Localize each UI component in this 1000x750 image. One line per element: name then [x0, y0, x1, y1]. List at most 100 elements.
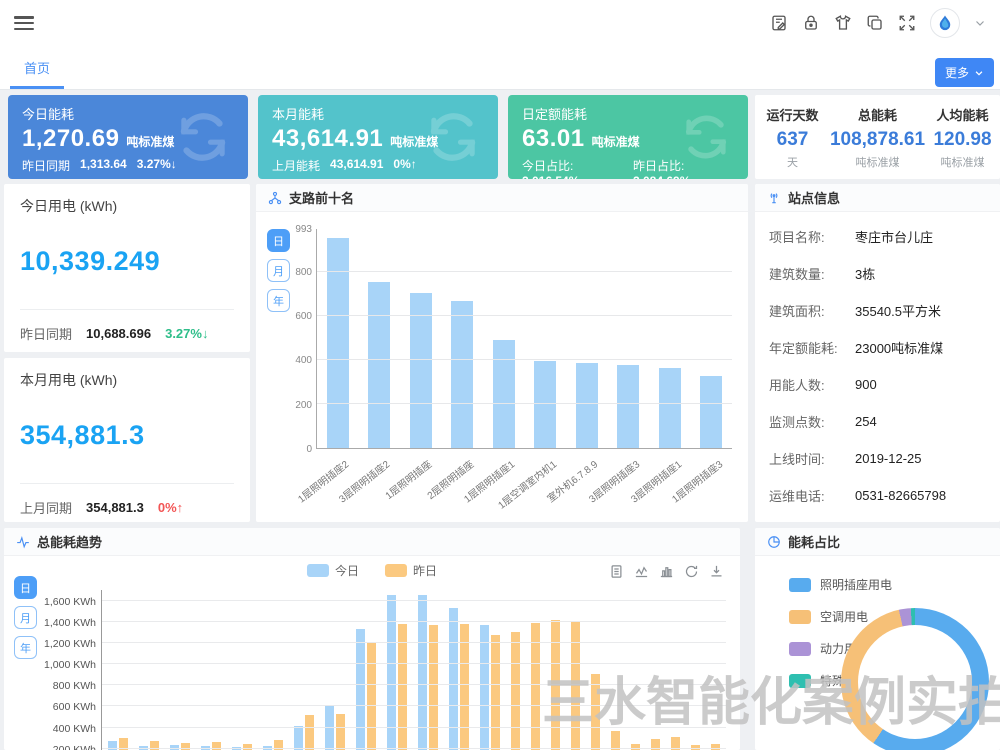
stat-label: 人均能耗 [925, 105, 1000, 124]
maintenance-icon[interactable] [770, 14, 788, 32]
recycle-icon [678, 109, 734, 165]
site-info-row: 建筑面积:35540.5平方米 [769, 292, 986, 329]
bar-chart-icon[interactable] [659, 564, 674, 579]
row-label: 上线时间: [769, 449, 855, 468]
gridline [102, 600, 726, 601]
stat-running-days: 运行天数 637 天 [755, 105, 830, 170]
gridline [102, 705, 726, 706]
bar-昨日 [336, 714, 345, 750]
kpi-sub1-value: 2,016.54% [522, 174, 579, 179]
pie-chart-icon [767, 535, 781, 549]
antenna-icon [767, 191, 781, 205]
card-title: 本月用电 (kWh) [20, 370, 234, 390]
legend-label: 今日 [335, 562, 359, 579]
menu-icon[interactable] [14, 16, 34, 30]
period-button-year[interactable]: 年 [267, 289, 290, 312]
legend-swatch [789, 642, 811, 656]
kpi-sub1-label: 今日占比: [522, 159, 573, 173]
fullscreen-icon[interactable] [898, 14, 916, 32]
lock-icon[interactable] [802, 14, 820, 32]
row-value: 23000吨标准煤 [855, 338, 943, 357]
stat-value: 120.98 [925, 129, 1000, 151]
chevron-down-icon[interactable] [974, 17, 986, 29]
y-axis-tick: 1,400 KWh [8, 617, 96, 629]
row-label: 运维电话: [769, 486, 855, 505]
site-info-row: 建筑数量:3栋 [769, 255, 986, 292]
row-value: 2019-12-25 [855, 451, 922, 466]
y-axis-tick: 600 [260, 311, 312, 322]
gridline [317, 271, 732, 272]
legend-label: 昨日 [413, 562, 437, 579]
y-axis-tick: 200 [260, 400, 312, 411]
stat-value: 637 [755, 129, 830, 151]
bar-昨日 [711, 744, 720, 750]
row-label: 建筑数量: [769, 264, 855, 283]
legend-label: 空调用电 [820, 608, 868, 625]
more-button[interactable]: 更多 [935, 58, 994, 87]
energy-share-panel: 能耗占比 照明插座用电空调用电动力用电特殊用电 [755, 528, 1000, 750]
row-value: 0531-82665798 [855, 488, 946, 503]
line-chart-icon[interactable] [634, 564, 649, 579]
bar [410, 293, 432, 448]
gridline [102, 727, 726, 728]
legend-item-today[interactable]: 今日 [307, 562, 359, 579]
kpi-card-daily-quota-energy: 日定额能耗 63.01吨标准煤 今日占比: 2,016.54% 昨日占比: 2,… [508, 95, 748, 179]
site-info-panel: 站点信息 项目名称:枣庄市台儿庄 建筑数量:3栋 建筑面积:35540.5平方米… [755, 184, 1000, 522]
stat-per-capita-energy: 人均能耗 120.98 吨标准煤 [925, 105, 1000, 170]
gridline [102, 663, 726, 664]
kpi-value: 63.01 [522, 125, 585, 153]
refresh-icon[interactable] [684, 564, 699, 579]
bar [659, 368, 681, 448]
bar-昨日 [491, 635, 500, 750]
bar-昨日 [243, 744, 252, 750]
summary-stats-panel: 运行天数 637 天 总能耗 108,878.61 吨标准煤 人均能耗 120.… [755, 95, 1000, 179]
tab-home[interactable]: 首页 [10, 46, 64, 89]
bar-今日 [294, 726, 303, 750]
y-axis-tick: 993 [260, 224, 312, 235]
compare-value: 10,688.696 [86, 326, 151, 341]
site-info-row: 运维电话:0531-82665798 [769, 477, 986, 514]
row-label: 用能人数: [769, 375, 855, 394]
bar [368, 282, 390, 449]
panel-title: 总能耗趋势 [37, 532, 102, 551]
legend-item[interactable]: 照明插座用电 [789, 576, 892, 593]
data-view-icon[interactable] [609, 564, 624, 579]
kpi-sub-label: 昨日同期 [22, 157, 70, 174]
site-info-row: 项目名称:枣庄市台儿庄 [769, 218, 986, 255]
compare-label: 上月同期 [20, 498, 72, 517]
y-axis-tick: 800 KWh [8, 680, 96, 692]
y-axis-tick: 200 KWh [8, 744, 96, 750]
kpi-sub-value: 1,313.64 [80, 157, 127, 174]
stat-label: 总能耗 [830, 105, 925, 124]
legend-item-yesterday[interactable]: 昨日 [385, 562, 437, 579]
card-value: 10,339.249 [20, 246, 234, 277]
bar-今日 [449, 608, 458, 750]
kpi-sub-delta: 3.27%↓ [137, 157, 177, 174]
bar-昨日 [305, 715, 314, 750]
stat-value: 108,878.61 [830, 129, 925, 151]
kpi-sub2-label: 昨日占比: [633, 159, 684, 173]
bar-今日 [325, 706, 334, 750]
copy-icon[interactable] [866, 14, 884, 32]
bar [534, 361, 556, 448]
kpi-value: 1,270.69 [22, 125, 119, 153]
kpi-value: 43,614.91 [272, 125, 383, 153]
bar-昨日 [571, 621, 580, 750]
card-value: 354,881.3 [20, 420, 234, 451]
card-title: 今日用电 (kWh) [20, 196, 234, 216]
theme-shirt-icon[interactable] [834, 14, 852, 32]
trend-legend: 今日 昨日 [307, 562, 437, 579]
row-value: 3栋 [855, 264, 875, 283]
avatar[interactable] [930, 8, 960, 38]
stat-unit: 吨标准煤 [925, 154, 1000, 170]
y-axis-tick: 1,600 KWh [8, 596, 96, 608]
y-axis-tick: 600 KWh [8, 701, 96, 713]
row-label: 年定额能耗: [769, 338, 855, 357]
chevron-down-icon [974, 68, 984, 78]
panel-title: 站点信息 [788, 188, 840, 207]
gridline [102, 621, 726, 622]
more-button-label: 更多 [945, 64, 969, 81]
download-icon[interactable] [709, 564, 724, 579]
delta-badge: 0%↑ [158, 500, 183, 515]
kpi-card-month-energy: 本月能耗 43,614.91吨标准煤 上月能耗43,614.910%↑ [258, 95, 498, 179]
